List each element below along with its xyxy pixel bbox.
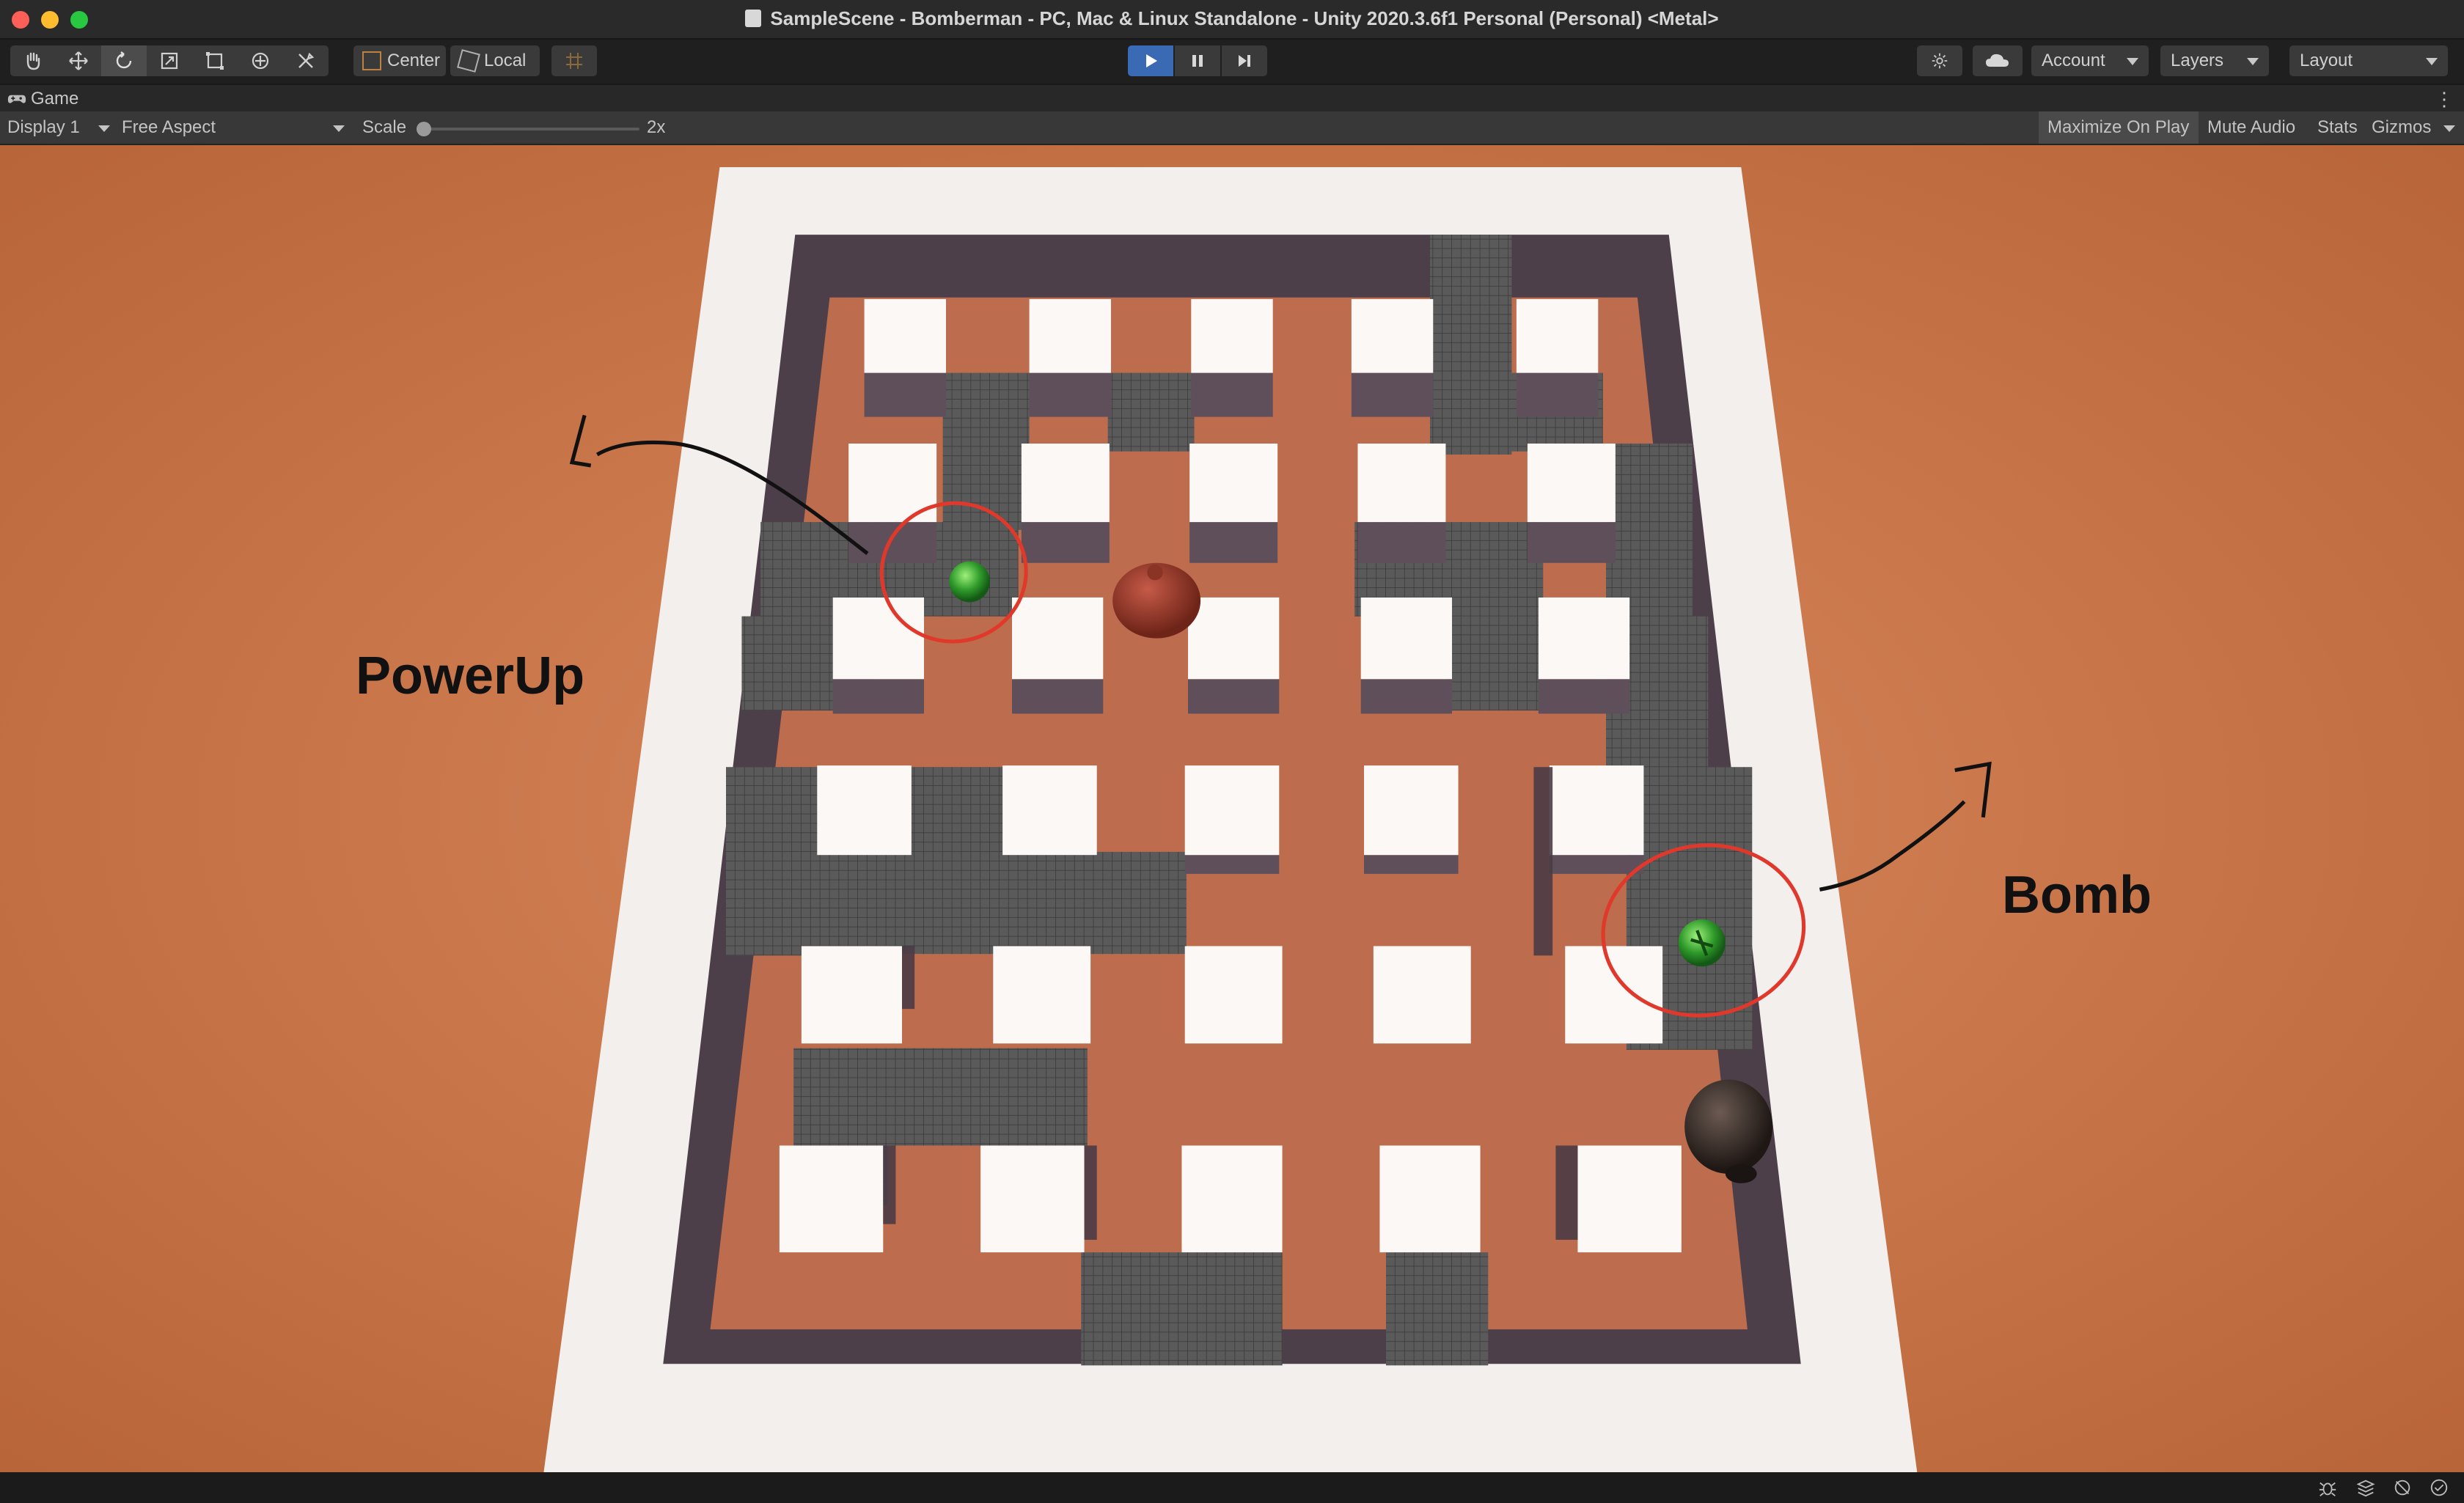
pivot-center-icon [362, 51, 381, 70]
transform-tool-button[interactable] [238, 45, 283, 76]
pivot-mode-button[interactable]: Center [353, 45, 446, 76]
transform-icon [252, 52, 269, 70]
step-icon [1239, 55, 1250, 67]
account-label: Account [2042, 51, 2105, 70]
rotate-tool-button[interactable] [101, 45, 147, 76]
layers-dropdown[interactable]: Layers [2160, 45, 2269, 76]
game-tab-bar: Game ⋮ [0, 85, 2464, 111]
transform-tools [10, 45, 329, 76]
main-toolbar: Center Local Account Layers Layout [0, 40, 2464, 84]
mute-audio-toggle[interactable]: Mute Audio [2199, 111, 2309, 144]
status-bar [0, 1472, 2464, 1503]
step-button[interactable] [1222, 45, 1267, 76]
grid-snap-button[interactable] [551, 45, 597, 76]
game-scene [0, 145, 2464, 1472]
powerup-item [949, 561, 990, 603]
mute-label: Mute Audio [2207, 117, 2296, 137]
scale-tool-button[interactable] [147, 45, 192, 76]
account-dropdown[interactable]: Account [2031, 45, 2149, 76]
game-viewport[interactable]: PowerUp Bomb [0, 145, 2464, 1472]
local-space-icon [457, 49, 480, 73]
play-button[interactable] [1128, 45, 1173, 76]
tab-game[interactable]: Game [7, 87, 78, 111]
collab-cloud-button[interactable] [1973, 45, 2023, 76]
window-titlebar: SampleScene - Bomberman - PC, Mac & Linu… [0, 0, 2464, 40]
display-label: Display 1 [7, 117, 80, 137]
move-tool-button[interactable] [56, 45, 101, 76]
layers-label: Layers [2171, 51, 2224, 70]
layout-dropdown[interactable]: Layout [2289, 45, 2448, 76]
cloud-icon [1986, 54, 2009, 67]
pause-icon [1192, 55, 1203, 67]
services-icon [1932, 53, 1948, 69]
scale-icon [161, 52, 178, 70]
gamepad-icon [7, 95, 26, 103]
bomb-annotation: Bomb [2002, 866, 2152, 925]
layout-label: Layout [2300, 51, 2353, 70]
check-icon[interactable] [2429, 1477, 2449, 1498]
hand-tool-button[interactable] [10, 45, 56, 76]
services-button[interactable] [1917, 45, 1962, 76]
pivot-space-button[interactable]: Local [450, 45, 540, 76]
play-icon [1146, 54, 1157, 67]
cache-server-icon[interactable] [2392, 1477, 2413, 1498]
chevron-down-icon [333, 125, 345, 132]
chevron-down-icon [2426, 58, 2438, 65]
scale-value: 2x [647, 117, 666, 137]
scale-slider-handle[interactable] [417, 122, 431, 136]
move-icon [69, 51, 88, 70]
chevron-down-icon[interactable] [2443, 125, 2455, 132]
window-title: SampleScene - Bomberman - PC, Mac & Linu… [0, 7, 2464, 30]
maximize-label: Maximize On Play [2047, 117, 2190, 137]
grid-snap-icon [566, 53, 582, 69]
aspect-dropdown[interactable]: Free Aspect [122, 117, 216, 138]
more-menu-icon[interactable]: ⋮ [2435, 88, 2454, 111]
chevron-down-icon [2127, 58, 2138, 65]
wrench-icon [298, 52, 315, 68]
game-view-controls: Display 1 Free Aspect Scale 2x Maximize … [0, 111, 2464, 145]
layers-stack-icon[interactable] [2355, 1477, 2376, 1498]
stats-label: Stats [2317, 117, 2358, 137]
pause-button[interactable] [1175, 45, 1220, 76]
bug-icon[interactable] [2317, 1477, 2338, 1498]
chevron-down-icon [98, 125, 110, 132]
unity-scene-icon [745, 10, 762, 27]
playmode-controls [1128, 45, 1269, 76]
window-title-text: SampleScene - Bomberman - PC, Mac & Linu… [770, 7, 1719, 29]
maximize-on-play-toggle[interactable]: Maximize On Play [2039, 111, 2199, 144]
gizmos-toggle[interactable]: Gizmos [2363, 111, 2442, 144]
space-label: Local [484, 51, 527, 70]
chevron-down-icon [2247, 58, 2259, 65]
rect-tool-button[interactable] [192, 45, 238, 76]
pivot-label: Center [387, 51, 441, 70]
tab-game-label: Game [31, 89, 79, 109]
gizmos-label: Gizmos [2372, 117, 2432, 137]
rect-icon [206, 52, 224, 70]
dark-player [1684, 1079, 1773, 1175]
aspect-label: Free Aspect [122, 117, 216, 137]
rotate-icon [116, 51, 132, 69]
powerup-annotation: PowerUp [356, 647, 585, 705]
scale-slider-track[interactable] [422, 128, 639, 131]
scale-label: Scale [362, 117, 407, 137]
hand-icon [26, 52, 40, 70]
stats-toggle[interactable]: Stats [2309, 111, 2369, 144]
display-dropdown[interactable]: Display 1 [7, 117, 80, 138]
custom-tool-button[interactable] [283, 45, 329, 76]
